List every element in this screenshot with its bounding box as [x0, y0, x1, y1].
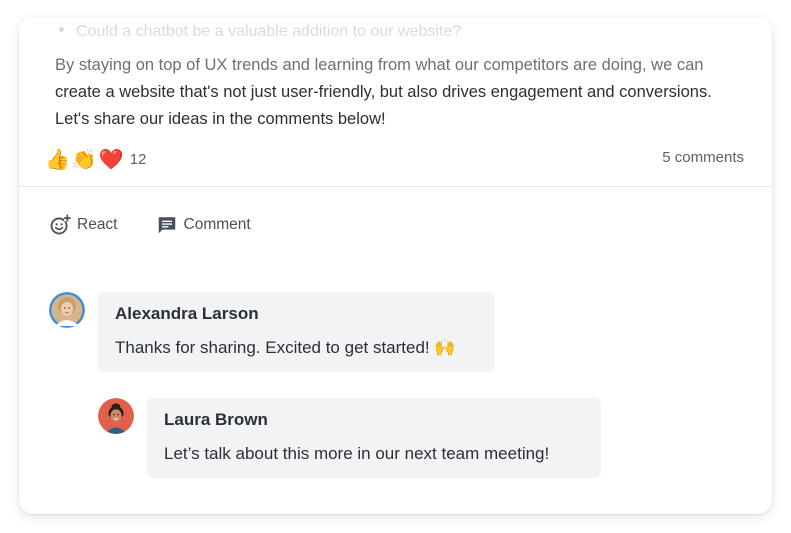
comment-author[interactable]: Laura Brown — [164, 410, 584, 430]
avatar-photo — [49, 292, 85, 328]
react-button[interactable]: React — [49, 214, 118, 236]
comment-author[interactable]: Alexandra Larson — [115, 304, 478, 324]
comments-count-link[interactable]: 5 comments — [662, 149, 744, 166]
reactions-count: 12 — [129, 150, 147, 168]
bullet-dot — [59, 27, 64, 33]
react-label: React — [77, 216, 118, 233]
comment-bubble: Alexandra Larson Thanks for sharing. Exc… — [98, 292, 495, 372]
post-body: By staying on top of UX trends and learn… — [55, 52, 755, 133]
post-card: Could a chatbot be a valuable addition t… — [19, 18, 772, 514]
comment-button[interactable]: Comment — [156, 214, 251, 236]
comment-item: Alexandra Larson Thanks for sharing. Exc… — [49, 292, 495, 372]
comment-icon — [158, 217, 175, 234]
post-body-line: Let's share our ideas in the comments be… — [55, 110, 386, 128]
avatar[interactable] — [98, 398, 134, 434]
post-body-line: create a website that's not just user-fr… — [55, 83, 712, 101]
avatar-photo — [98, 398, 134, 434]
comment-label: Comment — [183, 216, 251, 233]
clapping-hands-icon: 👏 — [71, 147, 97, 171]
post-actions: React Comment — [49, 214, 289, 236]
reactions-summary[interactable]: 👍 👏 ❤️ 12 — [45, 145, 146, 173]
comment-text: Thanks for sharing. Excited to get start… — [115, 338, 456, 357]
add-reaction-icon — [50, 214, 71, 235]
comment-item: Laura Brown Let’s talk about this more i… — [98, 398, 601, 478]
thumbs-up-icon: 👍 — [45, 147, 70, 171]
post-body-line: By staying on top of UX trends and learn… — [55, 56, 704, 74]
red-heart-icon: ❤️ — [98, 147, 124, 171]
faded-bullet-text: Could a chatbot be a valuable addition t… — [76, 23, 462, 40]
faded-bullet-item: Could a chatbot be a valuable addition t… — [59, 23, 461, 41]
comment-text: Let’s talk about this more in our next t… — [164, 444, 550, 463]
avatar[interactable] — [49, 292, 85, 328]
divider — [19, 186, 772, 187]
comment-bubble: Laura Brown Let’s talk about this more i… — [147, 398, 601, 478]
